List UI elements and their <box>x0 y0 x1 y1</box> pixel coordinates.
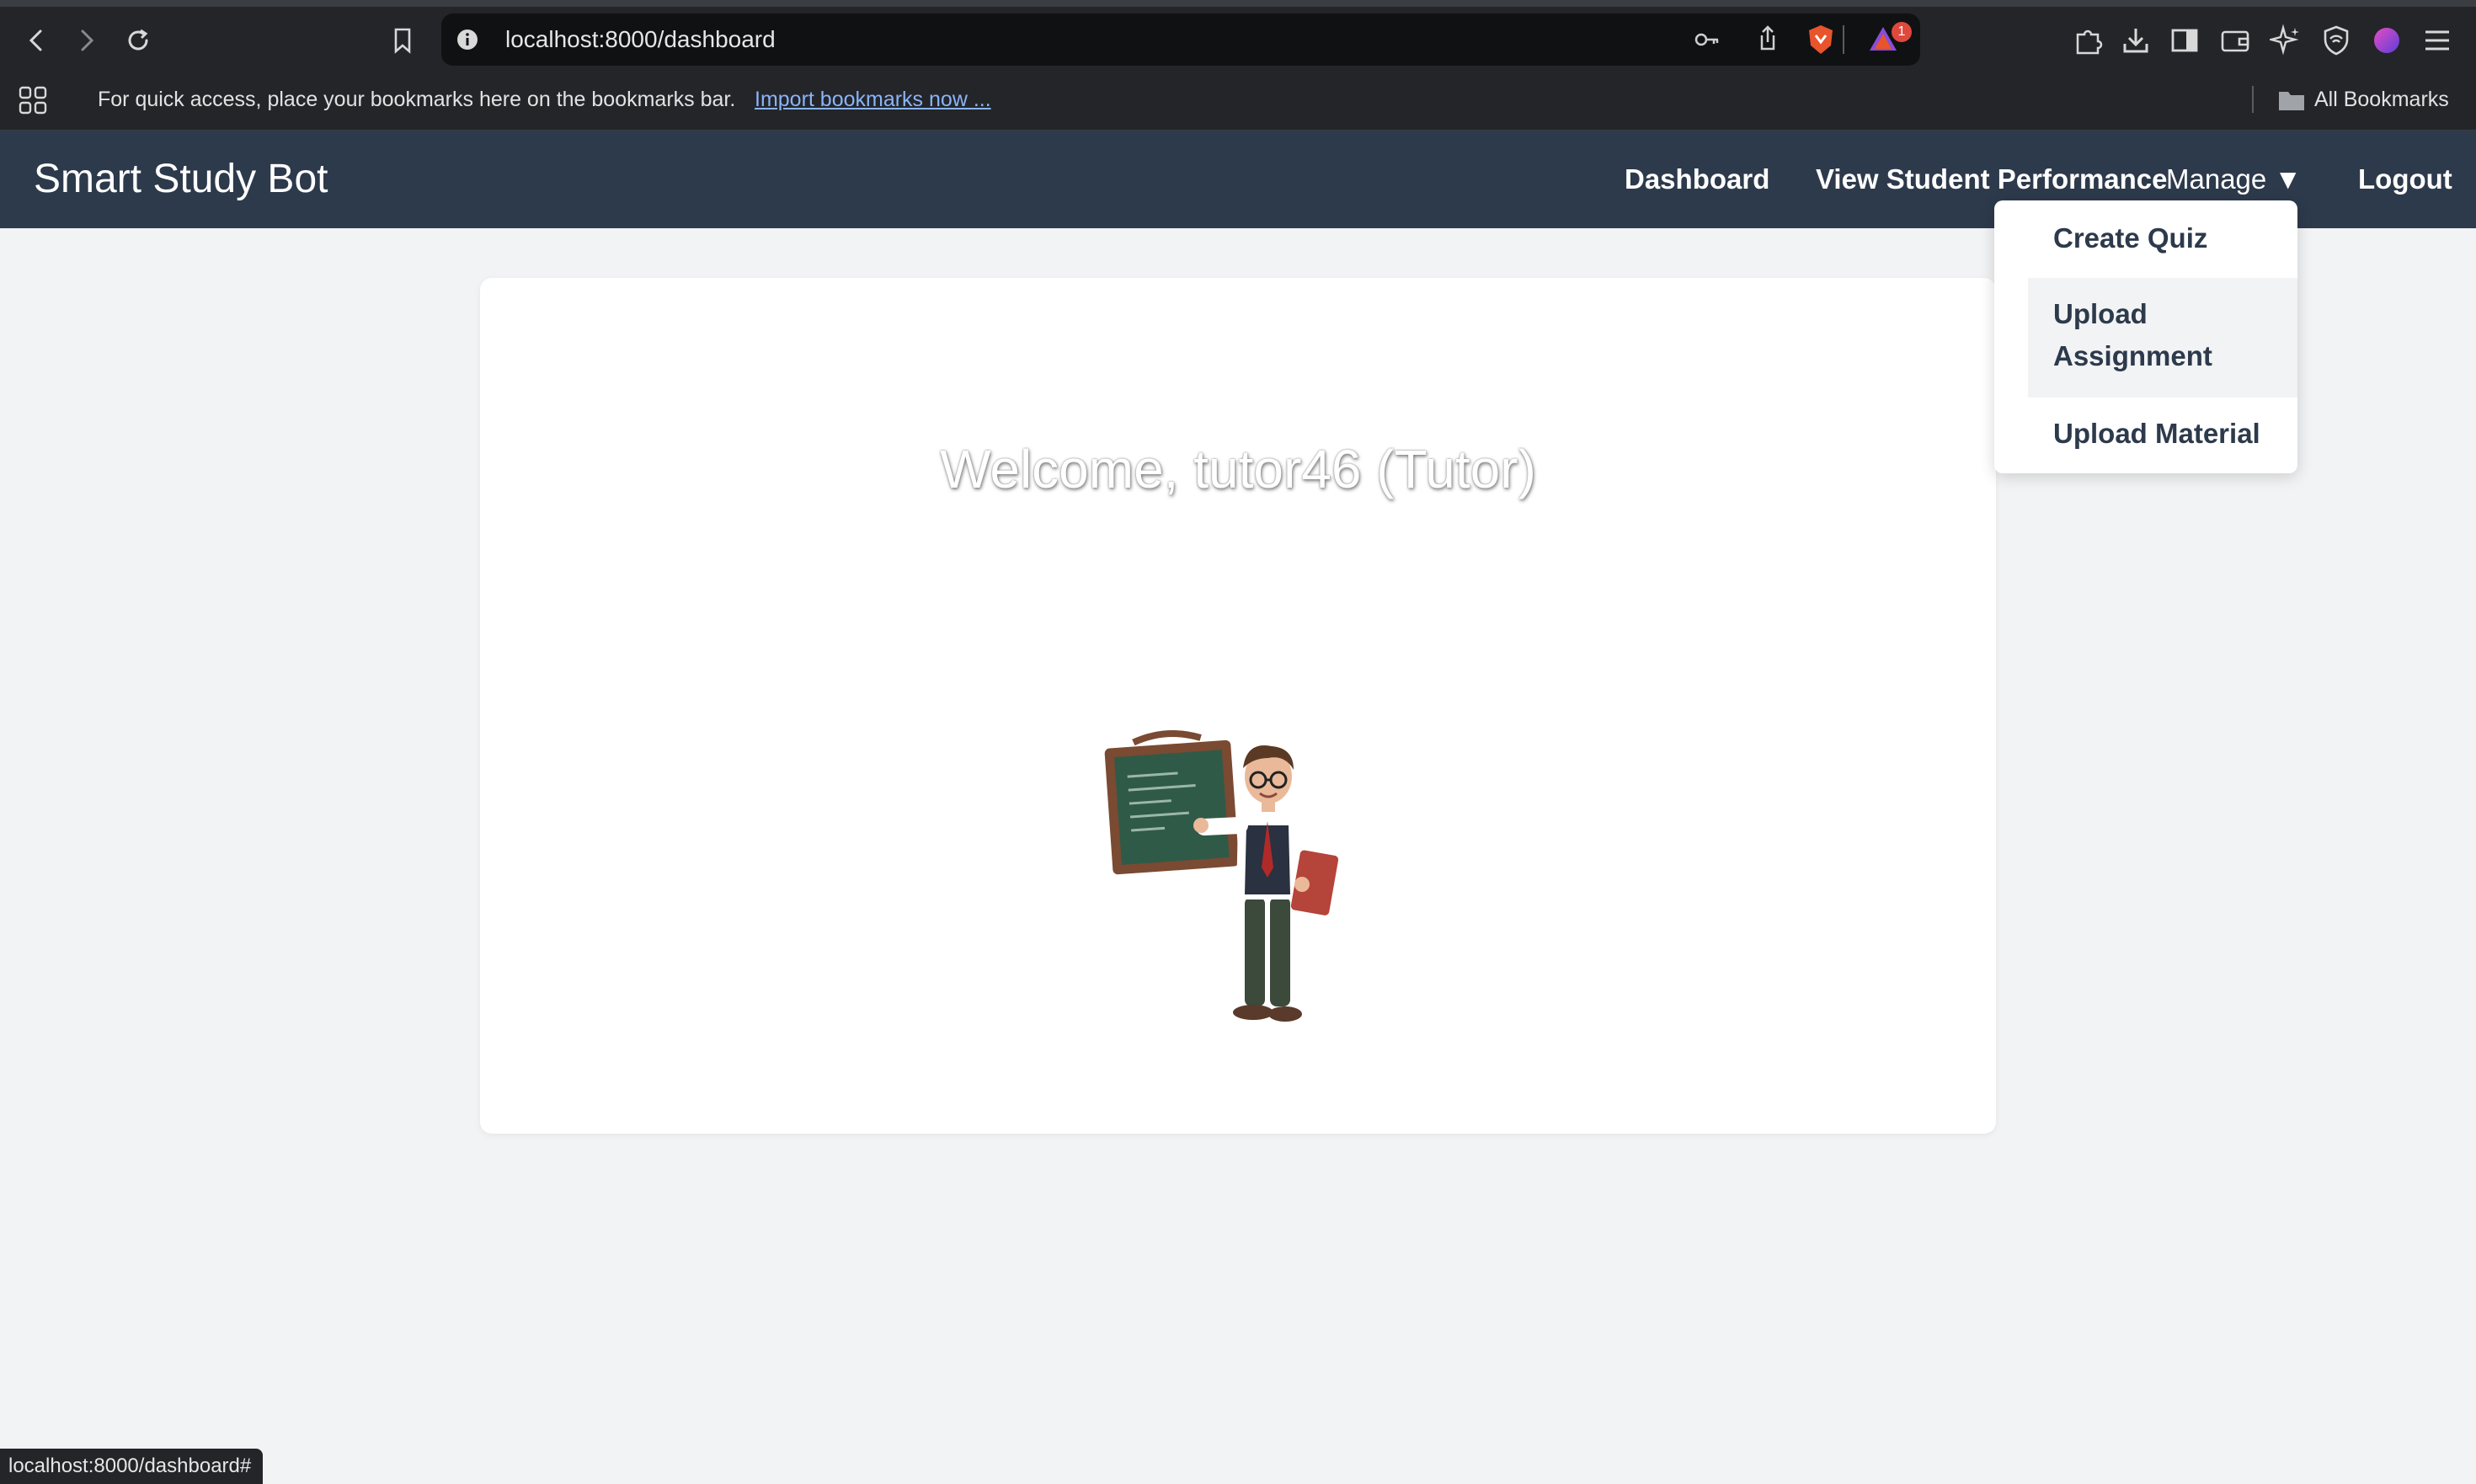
menu-item-upload-assignment[interactable]: Upload Assignment <box>2053 293 2212 377</box>
profile-avatar-icon <box>2374 28 2399 53</box>
bookmark-icon <box>394 28 411 54</box>
leo-ai-button[interactable] <box>2264 19 2308 62</box>
nav-logout-link[interactable]: Logout <box>2358 131 2452 228</box>
profile-button[interactable] <box>2365 19 2409 62</box>
extensions-button[interactable] <box>2067 19 2110 62</box>
reload-button[interactable] <box>116 19 160 62</box>
sidebar-button[interactable] <box>2163 19 2207 62</box>
bookmark-page-button[interactable] <box>381 19 424 62</box>
notification-badge: 1 <box>1892 22 1912 42</box>
teacher-illustration <box>1104 730 1339 1022</box>
window-top-strip <box>0 0 2476 7</box>
menu-item-create-quiz[interactable]: Create Quiz <box>2053 217 2207 259</box>
site-info-icon[interactable] <box>455 27 480 52</box>
brand-logo[interactable]: Smart Study Bot <box>34 131 328 228</box>
apps-grid-icon[interactable] <box>17 84 49 116</box>
all-bookmarks-button[interactable]: All Bookmarks <box>2314 74 2449 125</box>
link-status-bubble: localhost:8000/dashboard# <box>0 1449 264 1484</box>
omnibox-divider <box>1843 25 1844 54</box>
share-icon[interactable] <box>1755 24 1780 54</box>
key-icon[interactable] <box>1693 27 1721 52</box>
import-bookmarks-link[interactable]: Import bookmarks now ... <box>755 74 991 125</box>
hamburger-icon <box>2425 30 2449 51</box>
menu-item-upload-material[interactable]: Upload Material <box>2053 413 2260 455</box>
menu-item-upload-assignment-line1: Upload <box>2053 298 2148 329</box>
vpn-shield-icon <box>2324 25 2349 56</box>
forward-button[interactable] <box>64 19 108 62</box>
reload-icon <box>128 29 148 51</box>
sparkle-icon <box>2270 24 2299 56</box>
back-arrow-icon <box>29 29 42 51</box>
bookmarks-bar: For quick access, place your bookmarks h… <box>0 74 2476 131</box>
brave-shield-icon[interactable] <box>1806 24 1836 56</box>
menu-button[interactable] <box>2415 19 2459 62</box>
url-text: localhost:8000/dashboard <box>505 26 776 52</box>
folder-icon <box>2279 92 2304 110</box>
forward-arrow-icon <box>81 29 94 51</box>
manage-dropdown-menu: Create Quiz Upload Assignment Upload Mat… <box>1994 200 2297 473</box>
bookmarks-divider <box>2252 86 2254 113</box>
downloads-button[interactable] <box>2114 19 2158 62</box>
bookmarks-bar-message: For quick access, place your bookmarks h… <box>98 88 736 111</box>
back-button[interactable] <box>15 19 59 62</box>
nav-dashboard-link[interactable]: Dashboard <box>1625 131 1769 228</box>
sidebar-icon <box>2171 29 2198 52</box>
address-bar[interactable]: localhost:8000/dashboard 1 <box>441 13 1920 66</box>
wallet-icon <box>2221 30 2249 52</box>
wallet-button[interactable] <box>2213 19 2257 62</box>
browser-toolbar: localhost:8000/dashboard 1 <box>0 7 2476 74</box>
menu-item-upload-assignment-line2: Assignment <box>2053 340 2212 371</box>
download-icon <box>2123 29 2148 53</box>
vpn-button[interactable] <box>2314 19 2358 62</box>
puzzle-icon <box>2076 29 2103 55</box>
